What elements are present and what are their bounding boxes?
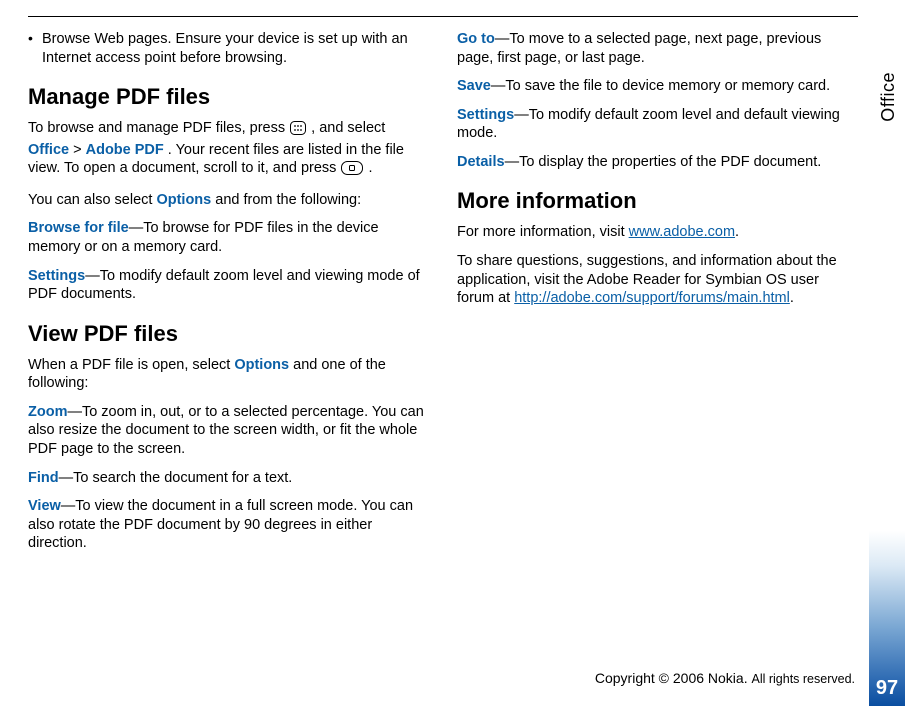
ui-keyword-settings: Settings [28, 268, 85, 284]
def-find: Find—To search the document for a text. [28, 469, 429, 488]
ui-keyword-options: Options [156, 192, 211, 208]
ui-keyword-office: Office [28, 142, 69, 158]
column-left: • Browse Web pages. Ensure your device i… [28, 28, 429, 563]
text: —To modify default zoom level and defaul… [457, 107, 840, 142]
text: > [73, 142, 86, 158]
text: —To view the document in a full screen m… [28, 498, 413, 551]
def-settings-view: Settings—To modify default zoom level an… [457, 106, 858, 143]
page-number: 97 [869, 677, 905, 700]
copyright-strong: Copyright © 2006 Nokia. [595, 670, 752, 686]
def-settings-manage: Settings—To modify default zoom level an… [28, 267, 429, 304]
text: , and select [311, 120, 385, 136]
text: —To display the properties of the PDF do… [505, 154, 822, 170]
def-browse: Browse for file—To browse for PDF files … [28, 219, 429, 256]
para-options-intro: You can also select Options and from the… [28, 191, 429, 210]
ui-keyword-find: Find [28, 470, 59, 486]
text: When a PDF file is open, select [28, 357, 234, 373]
footer-copyright: Copyright © 2006 Nokia. All rights reser… [595, 670, 855, 686]
ui-keyword-browse-for-file: Browse for file [28, 220, 129, 236]
ui-keyword-options: Options [234, 357, 289, 373]
select-key-icon [341, 161, 363, 181]
ui-keyword-go-to: Go to [457, 31, 495, 47]
menu-key-icon [290, 121, 306, 141]
def-view: View—To view the document in a full scre… [28, 497, 429, 553]
text: —To move to a selected page, next page, … [457, 31, 821, 66]
def-goto: Go to—To move to a selected page, next p… [457, 30, 858, 67]
para-view-intro: When a PDF file is open, select Options … [28, 356, 429, 393]
content-columns: • Browse Web pages. Ensure your device i… [28, 28, 858, 563]
ui-keyword-settings: Settings [457, 107, 514, 123]
ui-keyword-zoom: Zoom [28, 404, 67, 420]
ui-keyword-view: View [28, 498, 61, 514]
para-manage: To browse and manage PDF files, press , … [28, 119, 429, 181]
heading-more-information: More information [457, 187, 858, 215]
heading-manage: Manage PDF files [28, 83, 429, 111]
bullet-item: • Browse Web pages. Ensure your device i… [28, 30, 429, 67]
link-adobe-forum[interactable]: http://adobe.com/support/forums/main.htm… [514, 290, 790, 306]
text: —To save the file to device memory or me… [491, 78, 830, 94]
section-label: Office [878, 72, 899, 122]
text: To browse and manage PDF files, press [28, 120, 289, 136]
para-more-1: For more information, visit www.adobe.co… [457, 223, 858, 242]
def-save: Save—To save the file to device memory o… [457, 77, 858, 96]
bullet-text: Browse Web pages. Ensure your device is … [42, 30, 429, 67]
heading-view: View PDF files [28, 320, 429, 348]
top-rule [28, 16, 858, 17]
text: . [369, 160, 373, 176]
def-zoom: Zoom—To zoom in, out, or to a selected p… [28, 403, 429, 459]
link-adobe[interactable]: www.adobe.com [629, 224, 735, 240]
side-tab: Office 97 [869, 0, 905, 706]
text: —To zoom in, out, or to a selected perce… [28, 404, 424, 457]
text: —To modify default zoom level and viewin… [28, 268, 420, 303]
text: and from the following: [215, 192, 361, 208]
column-right: Go to—To move to a selected page, next p… [457, 28, 858, 563]
text: —To search the document for a text. [59, 470, 293, 486]
ui-keyword-save: Save [457, 78, 491, 94]
ui-keyword-adobe-pdf: Adobe PDF [86, 142, 164, 158]
bullet-dot: • [28, 30, 42, 67]
manual-page: Office 97 • Browse Web pages. Ensure you… [0, 0, 905, 706]
text: You can also select [28, 192, 156, 208]
para-more-2: To share questions, suggestions, and inf… [457, 252, 858, 308]
text: . [735, 224, 739, 240]
def-details: Details—To display the properties of the… [457, 153, 858, 172]
text: For more information, visit [457, 224, 629, 240]
ui-keyword-details: Details [457, 154, 505, 170]
text: . [790, 290, 794, 306]
copyright-rest: All rights reserved. [751, 672, 855, 686]
